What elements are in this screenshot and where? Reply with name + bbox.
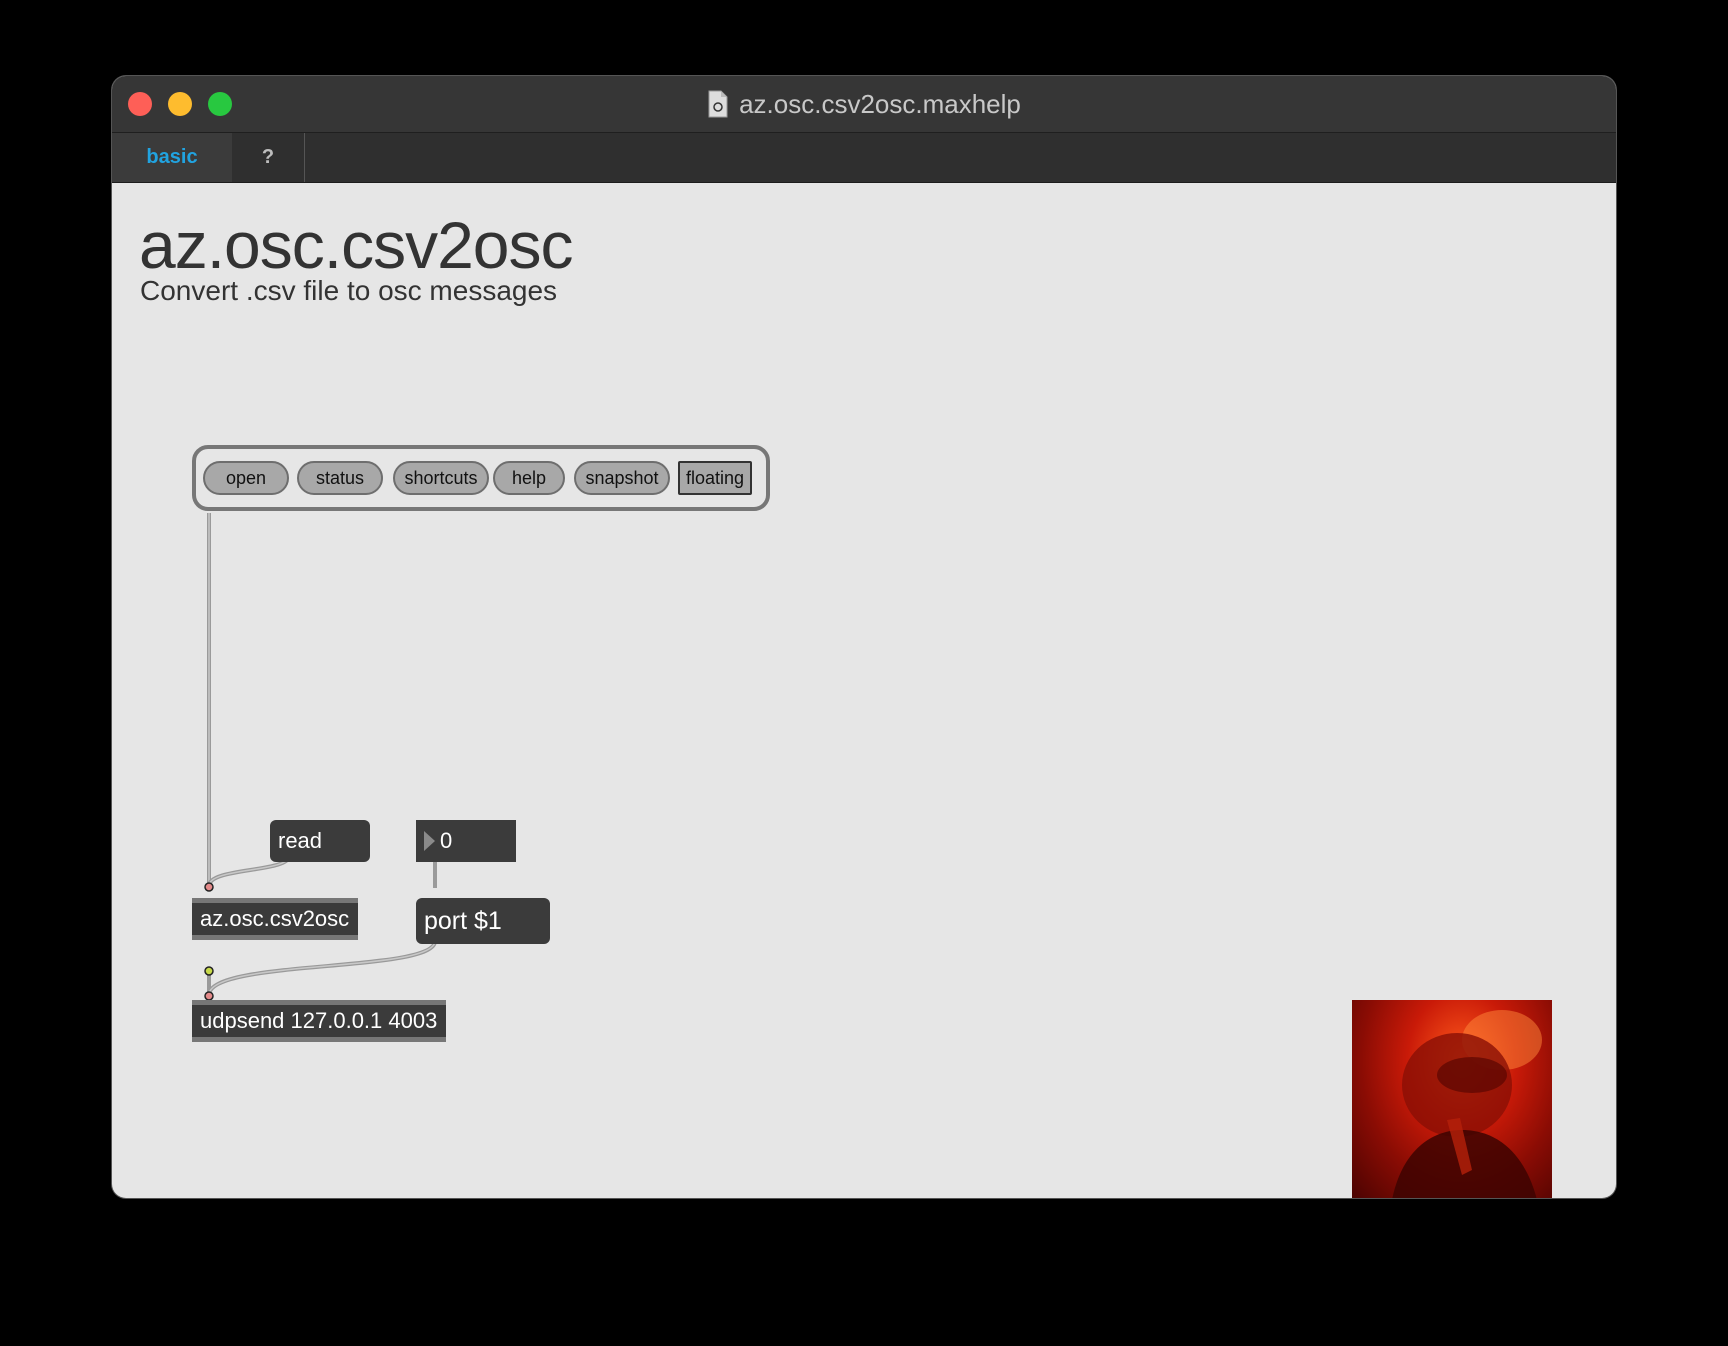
toolbar-panel: open status shortcuts help snapshot floa… xyxy=(192,445,770,511)
number-box[interactable]: 0 xyxy=(416,820,516,862)
udpsend-object[interactable]: udpsend 127.0.0.1 4003 xyxy=(192,1000,446,1042)
number-value: 0 xyxy=(440,828,453,853)
number-triangle-icon xyxy=(424,831,435,851)
floating-toggle[interactable]: floating xyxy=(678,461,752,495)
tab-basic[interactable]: basic xyxy=(112,133,232,182)
page-title: az.osc.csv2osc xyxy=(139,208,573,282)
status-button[interactable]: status xyxy=(297,461,383,495)
port-message-box[interactable]: port $1 xyxy=(416,898,550,944)
title-bar[interactable]: az.osc.csv2osc.maxhelp xyxy=(112,76,1616,133)
page-subtitle: Convert .csv file to osc messages xyxy=(140,275,558,306)
document-icon xyxy=(708,90,728,118)
tab-help[interactable]: ? xyxy=(232,133,305,182)
shortcuts-button[interactable]: shortcuts xyxy=(393,461,489,495)
artwork-image xyxy=(1352,1000,1552,1198)
az-osc-csv2osc-object[interactable]: az.osc.csv2osc xyxy=(192,898,358,940)
window-title: az.osc.csv2osc.maxhelp xyxy=(739,88,1021,119)
read-message-box[interactable]: read xyxy=(270,820,370,862)
help-window: az.osc.csv2osc.maxhelp basic ? az.osc.cs… xyxy=(112,76,1616,1198)
help-button[interactable]: help xyxy=(493,461,565,495)
snapshot-button[interactable]: snapshot xyxy=(574,461,670,495)
tab-bar: basic ? xyxy=(112,133,1616,183)
patcher-canvas[interactable]: az.osc.csv2osc Convert .csv file to osc … xyxy=(112,183,1616,1198)
portrait-figure-icon xyxy=(1392,1010,1542,1198)
open-button[interactable]: open xyxy=(203,461,289,495)
